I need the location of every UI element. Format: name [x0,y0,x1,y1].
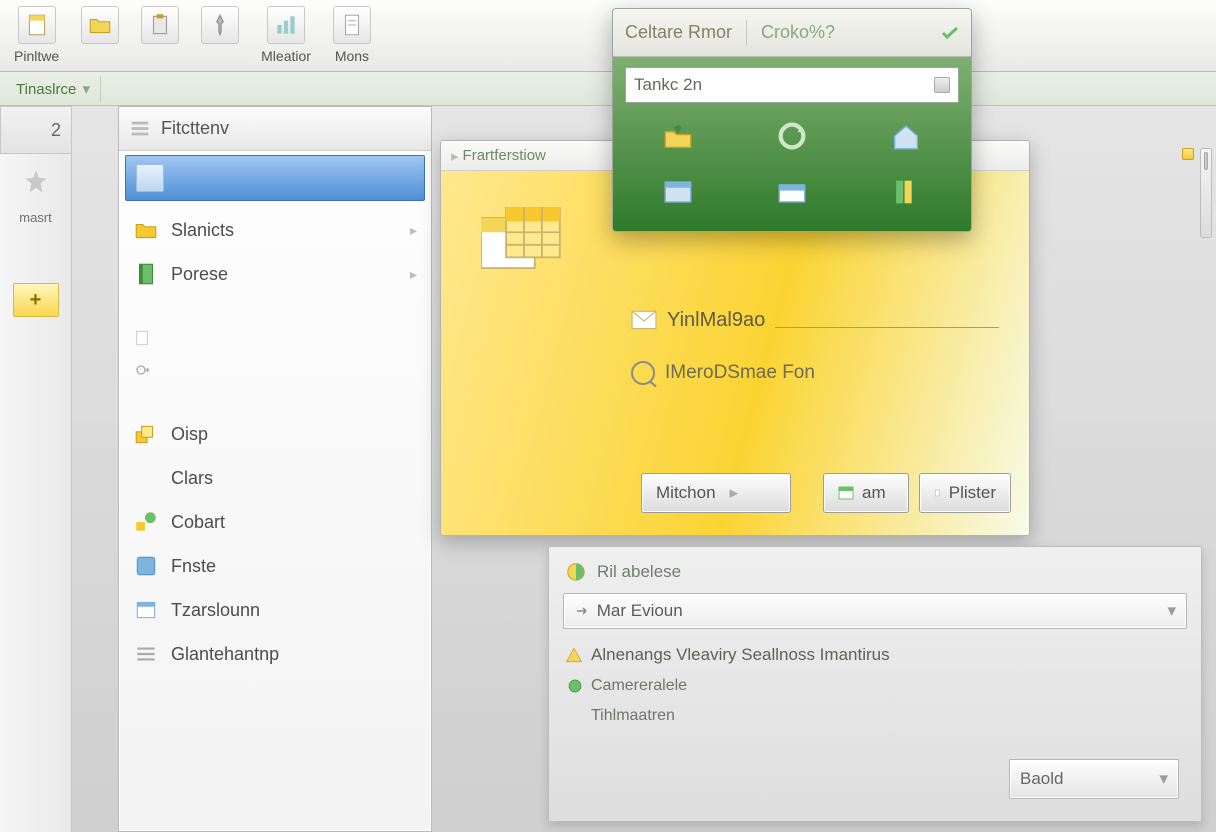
tree-item-oisp[interactable]: Oisp [125,413,425,455]
ribbon-label: Pinltwe [14,48,59,64]
chevron-right-icon: ▸ [410,222,417,239]
tree-item-glantehantnp[interactable]: Glantehantnp [125,633,425,675]
tab-strip: Tinaslrce ▾ [0,72,1216,106]
scrollbar[interactable] [1200,148,1212,238]
select-mar-evioun[interactable]: Mar Evioun▾ [563,593,1187,629]
lower-row-2[interactable]: Camereralele [563,671,1187,701]
vbar-label: masrt [19,210,52,225]
picker-icon[interactable] [934,77,950,93]
tree-item-clars[interactable]: Clars [125,457,425,499]
list-icon [129,118,151,140]
mitchon-button[interactable]: Mitchon▸ [641,473,791,513]
add-tag-button[interactable]: + [13,283,59,317]
panel-row-2[interactable]: IMeroDSmae Fon [631,361,815,385]
tree-item-fnste[interactable]: Fnste [125,545,425,587]
lower-panel-header: Ril abelese [563,557,1187,593]
folder-icon [81,6,119,44]
scrollbar-thumb[interactable] [1204,152,1208,170]
window-icon [133,597,159,623]
document-icon [18,6,56,44]
ribbon-label: Mleatior [261,48,311,64]
chart-icon [267,6,305,44]
globe-icon [567,678,583,694]
lower-row-3[interactable]: Tihlmaatren [563,701,1187,731]
grid-item-1[interactable] [635,119,721,153]
ribbon-item-4[interactable] [201,6,239,44]
tree-spacer [125,323,425,353]
paste-icon [141,6,179,44]
globe-shield-icon [565,561,587,583]
table-icon [481,207,567,279]
tab-tinaslrce[interactable]: Tinaslrce ▾ [6,76,101,102]
check-icon [941,26,959,40]
ribbon-item-3[interactable] [141,6,179,44]
disk-icon [133,553,159,579]
doc-icon [133,329,151,347]
ribbon-item-2[interactable] [81,6,119,44]
pin-icon [201,6,239,44]
tree-item-slanicts[interactable]: Slanicts▸ [125,209,425,251]
side-panel: Fitcttenv Slanicts▸ Porese▸ Oisp Clars [118,106,432,832]
side-panel-header: Fitcttenv [119,107,431,151]
tree-list: Slanicts▸ Porese▸ Oisp Clars Cobart Fnst… [119,205,431,675]
select-baold[interactable]: Baold▾ [1009,759,1179,799]
lower-row-1[interactable]: Alnenangs Vleaviry Seallnoss Imantirus [563,639,1187,671]
grid-item-5[interactable] [749,175,835,209]
grid-item-6[interactable] [863,175,949,209]
mail-icon [631,310,657,332]
dropdown-panel: Celtare RmorCroko%? Tankc 2n [612,8,972,232]
grid-item-2[interactable] [749,119,835,153]
am-button[interactable]: am [823,473,909,513]
ribbon-item-mleatior[interactable]: Mleatior [261,6,311,64]
plister-button[interactable]: Plister [919,473,1011,513]
shapes-icon [133,509,159,535]
warning-icon [565,646,583,664]
row-gutter: 2 [0,106,72,154]
refresh-icon [775,119,809,153]
tree-item-porese[interactable]: Porese▸ [125,253,425,295]
color-swatch[interactable] [1182,148,1194,160]
ribbon-item-pinltwe[interactable]: Pinltwe [14,6,59,64]
doc-small-icon [934,485,941,501]
lower-panel: Ril abelese Mar Evioun▾ Alnenangs Vleavi… [548,546,1202,822]
clock-arrow-icon [133,362,153,378]
card-icon [775,175,809,209]
grid-item-3[interactable] [863,119,949,153]
tree-item-cobart[interactable]: Cobart [125,501,425,543]
star-icon[interactable] [22,168,50,196]
ribbon-item-mons[interactable]: Mons [333,6,371,64]
grid-item-4[interactable] [635,175,721,209]
chevron-right-icon: ▸ [410,266,417,283]
vertical-toolbar: masrt + [0,154,72,832]
book-icon [133,261,159,287]
home-icon [889,119,923,153]
tree-spacer [125,355,425,385]
window-small-icon [838,485,854,501]
folder-icon [133,217,159,243]
blank-icon [133,465,159,491]
selected-tree-item[interactable] [125,155,425,201]
ribbon: Pinltwe Mleatior Mons [0,0,1216,72]
search-icon [631,361,655,385]
dropdown-title: Celtare RmorCroko%? [613,9,971,57]
dropdown-input[interactable]: Tankc 2n [625,67,959,103]
page-icon [333,6,371,44]
stack-icon [133,421,159,447]
books-icon [889,175,923,209]
panel-row-1[interactable]: YinlMal9ao [631,309,999,332]
folder-up-icon [661,119,695,153]
arrow-icon [574,602,592,620]
window-icon [661,175,695,209]
computer-icon [136,164,164,192]
ribbon-label: Mons [335,48,369,64]
tree-item-tzarslounn[interactable]: Tzarslounn [125,589,425,631]
lines-icon [133,641,159,667]
